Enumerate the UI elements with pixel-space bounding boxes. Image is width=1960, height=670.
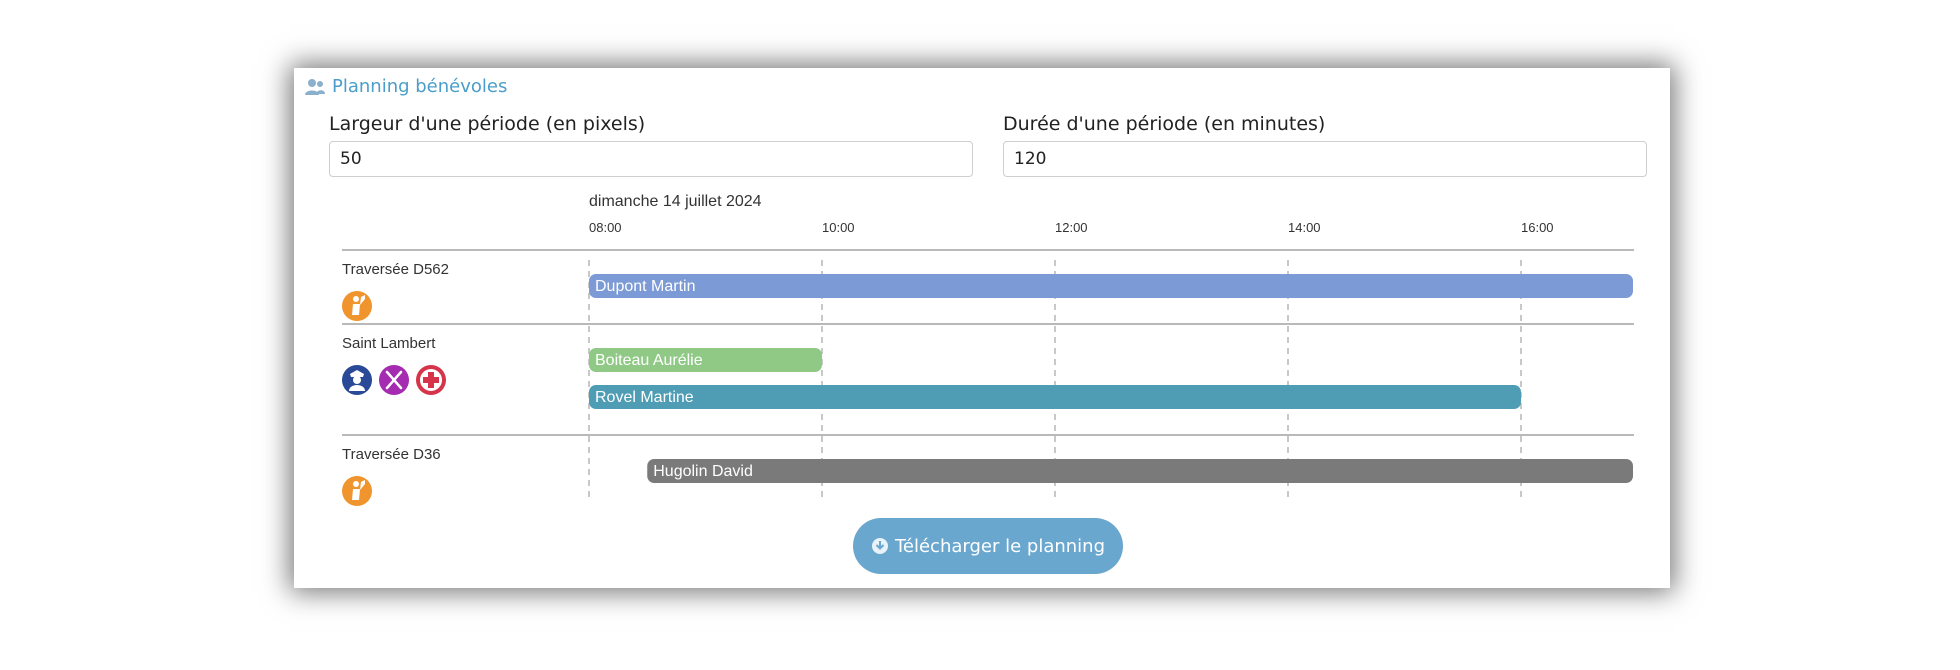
police-head [353, 376, 361, 384]
download-button-label: Télécharger le planning [894, 535, 1106, 557]
volunteer-bar[interactable] [647, 459, 1633, 483]
volunteer-bar-label: Boiteau Aurélie [595, 352, 703, 369]
flagman-body [352, 304, 360, 315]
planning-card: Planning bénévoles Largeur d'une période… [294, 68, 1670, 588]
time-tick-label: 10:00 [822, 220, 855, 235]
flagman-body [352, 489, 360, 500]
timeline: dimanche 14 juillet 2024 08:00 10:00 12:00 1… [342, 193, 1634, 506]
volunteer-bar[interactable] [589, 385, 1521, 409]
download-planning-button[interactable]: Télécharger le planning [853, 518, 1123, 574]
volunteer-bar-label: Rovel Martine [595, 389, 694, 406]
group-label: Traversée D562 [342, 261, 449, 278]
flagman-head [353, 481, 359, 487]
time-tick-label: 08:00 [589, 220, 622, 235]
download-circle-icon [871, 538, 888, 554]
flagman-head [353, 296, 359, 302]
volunteer-bar-label: Hugolin David [653, 463, 753, 480]
time-tick-label: 14:00 [1288, 220, 1321, 235]
time-tick-label: 12:00 [1055, 220, 1088, 235]
group-label: Saint Lambert [342, 335, 436, 352]
volunteer-bar-label: Dupont Martin [595, 278, 696, 295]
volunteer-bar[interactable] [589, 274, 1633, 298]
time-tick-label: 16:00 [1521, 220, 1554, 235]
group-label: Traversée D36 [342, 446, 441, 463]
timeline-date: dimanche 14 juillet 2024 [589, 193, 762, 210]
